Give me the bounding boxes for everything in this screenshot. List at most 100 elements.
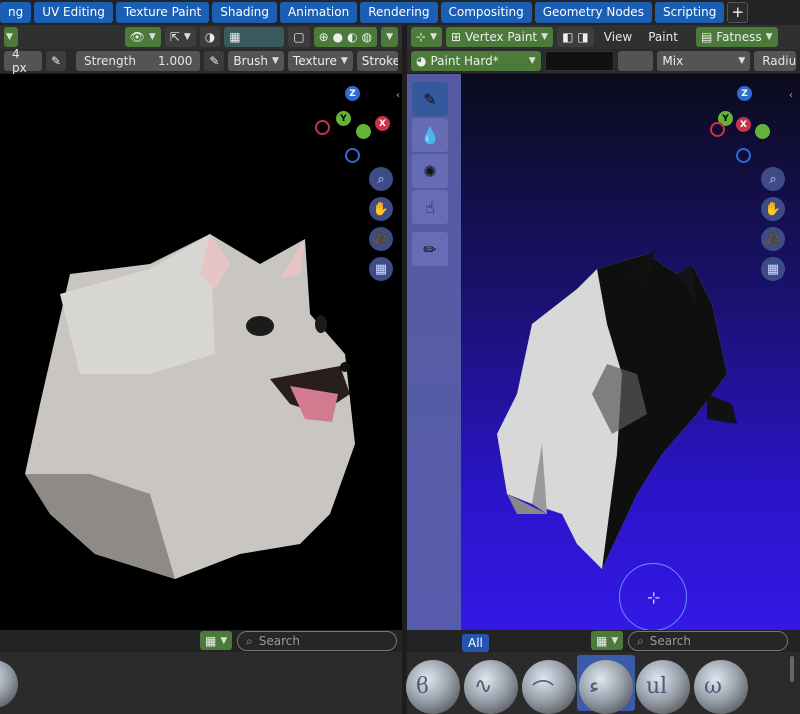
grid-icon: ▦: [596, 633, 608, 648]
tab-geometry-nodes[interactable]: Geometry Nodes: [534, 2, 652, 23]
radius-slider[interactable]: Radiu: [754, 51, 796, 71]
right-3d-viewport[interactable]: ⊹ Z Y X ⌕ ✋ 🎥 ▦ ‹: [407, 74, 800, 631]
zoom-icon[interactable]: ⌕: [761, 167, 785, 191]
brush-thumb-4[interactable]: ﺀ: [579, 660, 633, 714]
brush-selector[interactable]: ◕ Paint Hard* ▼: [411, 51, 541, 71]
spacer-field: [617, 51, 654, 71]
color-attribute-dropdown[interactable]: ▤ Fatness ▼: [695, 27, 778, 47]
chevron-down-icon: ▼: [148, 32, 156, 42]
brush-thumb-1[interactable]: ϐ: [406, 660, 460, 714]
stroke-icon: ω: [704, 674, 722, 699]
gizmo-x-axis[interactable]: X: [375, 116, 390, 131]
visibility-dropdown[interactable]: 👁 ▼: [124, 27, 161, 47]
shading-dropdown[interactable]: ▼: [381, 27, 398, 47]
left-editor-type-dropdown[interactable]: ▼: [4, 27, 18, 47]
tab-rendering[interactable]: Rendering: [360, 2, 438, 23]
brush-thumb-2[interactable]: ∿: [464, 660, 518, 714]
xray-toggle[interactable]: ▢: [288, 27, 310, 47]
overlay-toggle[interactable]: ◑: [199, 27, 221, 47]
camera-icon[interactable]: 🎥: [369, 227, 393, 251]
rendered-icon: ◍: [361, 30, 373, 44]
pan-hand-icon[interactable]: ✋: [369, 197, 393, 221]
gizmo-neg-x[interactable]: [315, 120, 330, 135]
overlay-options[interactable]: ▦: [224, 27, 285, 47]
blur-tool[interactable]: 💧: [412, 118, 448, 152]
gizmo-neg-y[interactable]: [356, 124, 371, 139]
gizmo-z-axis[interactable]: Z: [737, 86, 752, 101]
brush-icon: ◕: [416, 54, 427, 68]
gizmo-x-axis[interactable]: X: [736, 117, 751, 132]
left-header: ▼ 👁 ▼ ⇱ ▼ ◑ ▦ ▢ ⊕ ● ◐ ◍ ▼: [0, 25, 402, 49]
gizmo-neg-y[interactable]: [755, 124, 770, 139]
annotate-tool[interactable]: ✏: [412, 232, 448, 266]
tab-shading[interactable]: Shading: [212, 2, 278, 23]
color-swatch[interactable]: [544, 51, 614, 71]
strength-label: Strength: [84, 54, 136, 68]
brush-thumb-3[interactable]: ⌒: [522, 660, 576, 714]
gizmo-y-axis[interactable]: Y: [336, 111, 351, 126]
gizmo-neg-x[interactable]: [710, 122, 725, 137]
gizmo-neg-z[interactable]: [345, 148, 360, 163]
annotate-pen-icon: ✏: [423, 239, 437, 259]
chevron-down-icon: ▼: [220, 635, 228, 646]
tool-shelf-top-gap: [407, 74, 461, 82]
right-header: ⊹ ▼ ⊞ Vertex Paint ▼ ◧ ◨ View Paint ▤ Fatness…: [407, 25, 800, 49]
chevron-down-icon: ▼: [765, 32, 773, 42]
right-shelf-filter-dropdown[interactable]: ▦ ▼: [591, 631, 624, 650]
mode-label: Vertex Paint: [465, 30, 538, 44]
gizmo-dropdown[interactable]: ⇱ ▼: [164, 27, 196, 47]
average-tool[interactable]: ✺: [412, 154, 448, 188]
radius-field[interactable]: 4 px: [4, 47, 43, 75]
smear-tool[interactable]: ☝: [412, 190, 448, 224]
mode-dropdown[interactable]: ⊞ Vertex Paint ▼: [445, 27, 554, 47]
brush-thumb-6[interactable]: ω: [694, 660, 748, 714]
left-tool-settings: 4 px ✎ Strength 1.000 ✎ Brush ▼ Texture ▼ S…: [0, 47, 402, 75]
color-attribute-label: Fatness: [716, 30, 762, 44]
brush-thumb-5[interactable]: ul: [636, 660, 690, 714]
stroke-menu-label: Stroke: [361, 54, 398, 68]
zoom-icon[interactable]: ⌕: [369, 167, 393, 191]
right-editor-type-dropdown[interactable]: ⊹ ▼: [411, 27, 442, 47]
vertex-paint-icon: ⊞: [450, 30, 462, 44]
tab-texture-paint[interactable]: Texture Paint: [115, 2, 210, 23]
tab-scripting[interactable]: Scripting: [654, 2, 725, 23]
texture-menu[interactable]: Texture ▼: [287, 51, 353, 71]
pan-hand-icon[interactable]: ✋: [761, 197, 785, 221]
paint-mask-toggles[interactable]: ◧ ◨: [557, 27, 594, 47]
add-workspace-button[interactable]: +: [727, 2, 749, 23]
blend-mode-dropdown[interactable]: Mix ▼: [657, 51, 751, 71]
gizmo-z-axis[interactable]: Z: [345, 86, 360, 101]
tab-uv-editing[interactable]: UV Editing: [34, 2, 113, 23]
stroke-icon: ul: [646, 674, 668, 699]
pen-pressure-icon: ✎: [209, 54, 220, 68]
perspective-grid-icon[interactable]: ▦: [761, 257, 785, 281]
stroke-menu[interactable]: Stroke: [356, 51, 398, 71]
shelf-filter-all[interactable]: All: [462, 634, 489, 652]
sidebar-toggle-icon[interactable]: ‹: [396, 90, 400, 101]
left-shelf-filter-dropdown[interactable]: ▦ ▼: [200, 631, 233, 650]
gizmo-neg-z[interactable]: [736, 148, 751, 163]
draw-brush-tool[interactable]: ✎: [412, 82, 448, 116]
strength-slider[interactable]: Strength 1.000: [76, 51, 201, 71]
attribute-icon: ▤: [700, 30, 713, 44]
tab-modeling[interactable]: ng: [0, 2, 32, 23]
brush-menu[interactable]: Brush ▼: [228, 51, 284, 71]
shading-modes[interactable]: ⊕ ● ◐ ◍: [313, 27, 378, 47]
shelf-scrollbar[interactable]: [790, 656, 794, 682]
view-menu[interactable]: View: [598, 30, 638, 44]
tab-animation[interactable]: Animation: [280, 2, 358, 23]
paint-menu[interactable]: Paint: [642, 30, 684, 44]
right-search-input[interactable]: ⌕ Search: [628, 631, 788, 651]
radius-value: 4 px: [12, 47, 27, 75]
sidebar-toggle-icon[interactable]: ‹: [789, 90, 793, 101]
strength-pressure-toggle[interactable]: ✎: [204, 51, 225, 71]
cursor-arrow-icon: ⇱: [169, 30, 180, 44]
chevron-down-icon: ▼: [272, 56, 279, 66]
radius-pressure-toggle[interactable]: ✎: [46, 51, 67, 71]
tool-shelf: ✎ 💧 ✺ ☝ ✏: [407, 74, 461, 630]
tab-compositing[interactable]: Compositing: [440, 2, 532, 23]
camera-icon[interactable]: 🎥: [761, 227, 785, 251]
perspective-grid-icon[interactable]: ▦: [369, 257, 393, 281]
left-3d-viewport[interactable]: Z Y X ⌕ ✋ 🎥 ▦ ‹: [0, 74, 402, 630]
left-search-input[interactable]: ⌕ Search: [237, 631, 397, 651]
